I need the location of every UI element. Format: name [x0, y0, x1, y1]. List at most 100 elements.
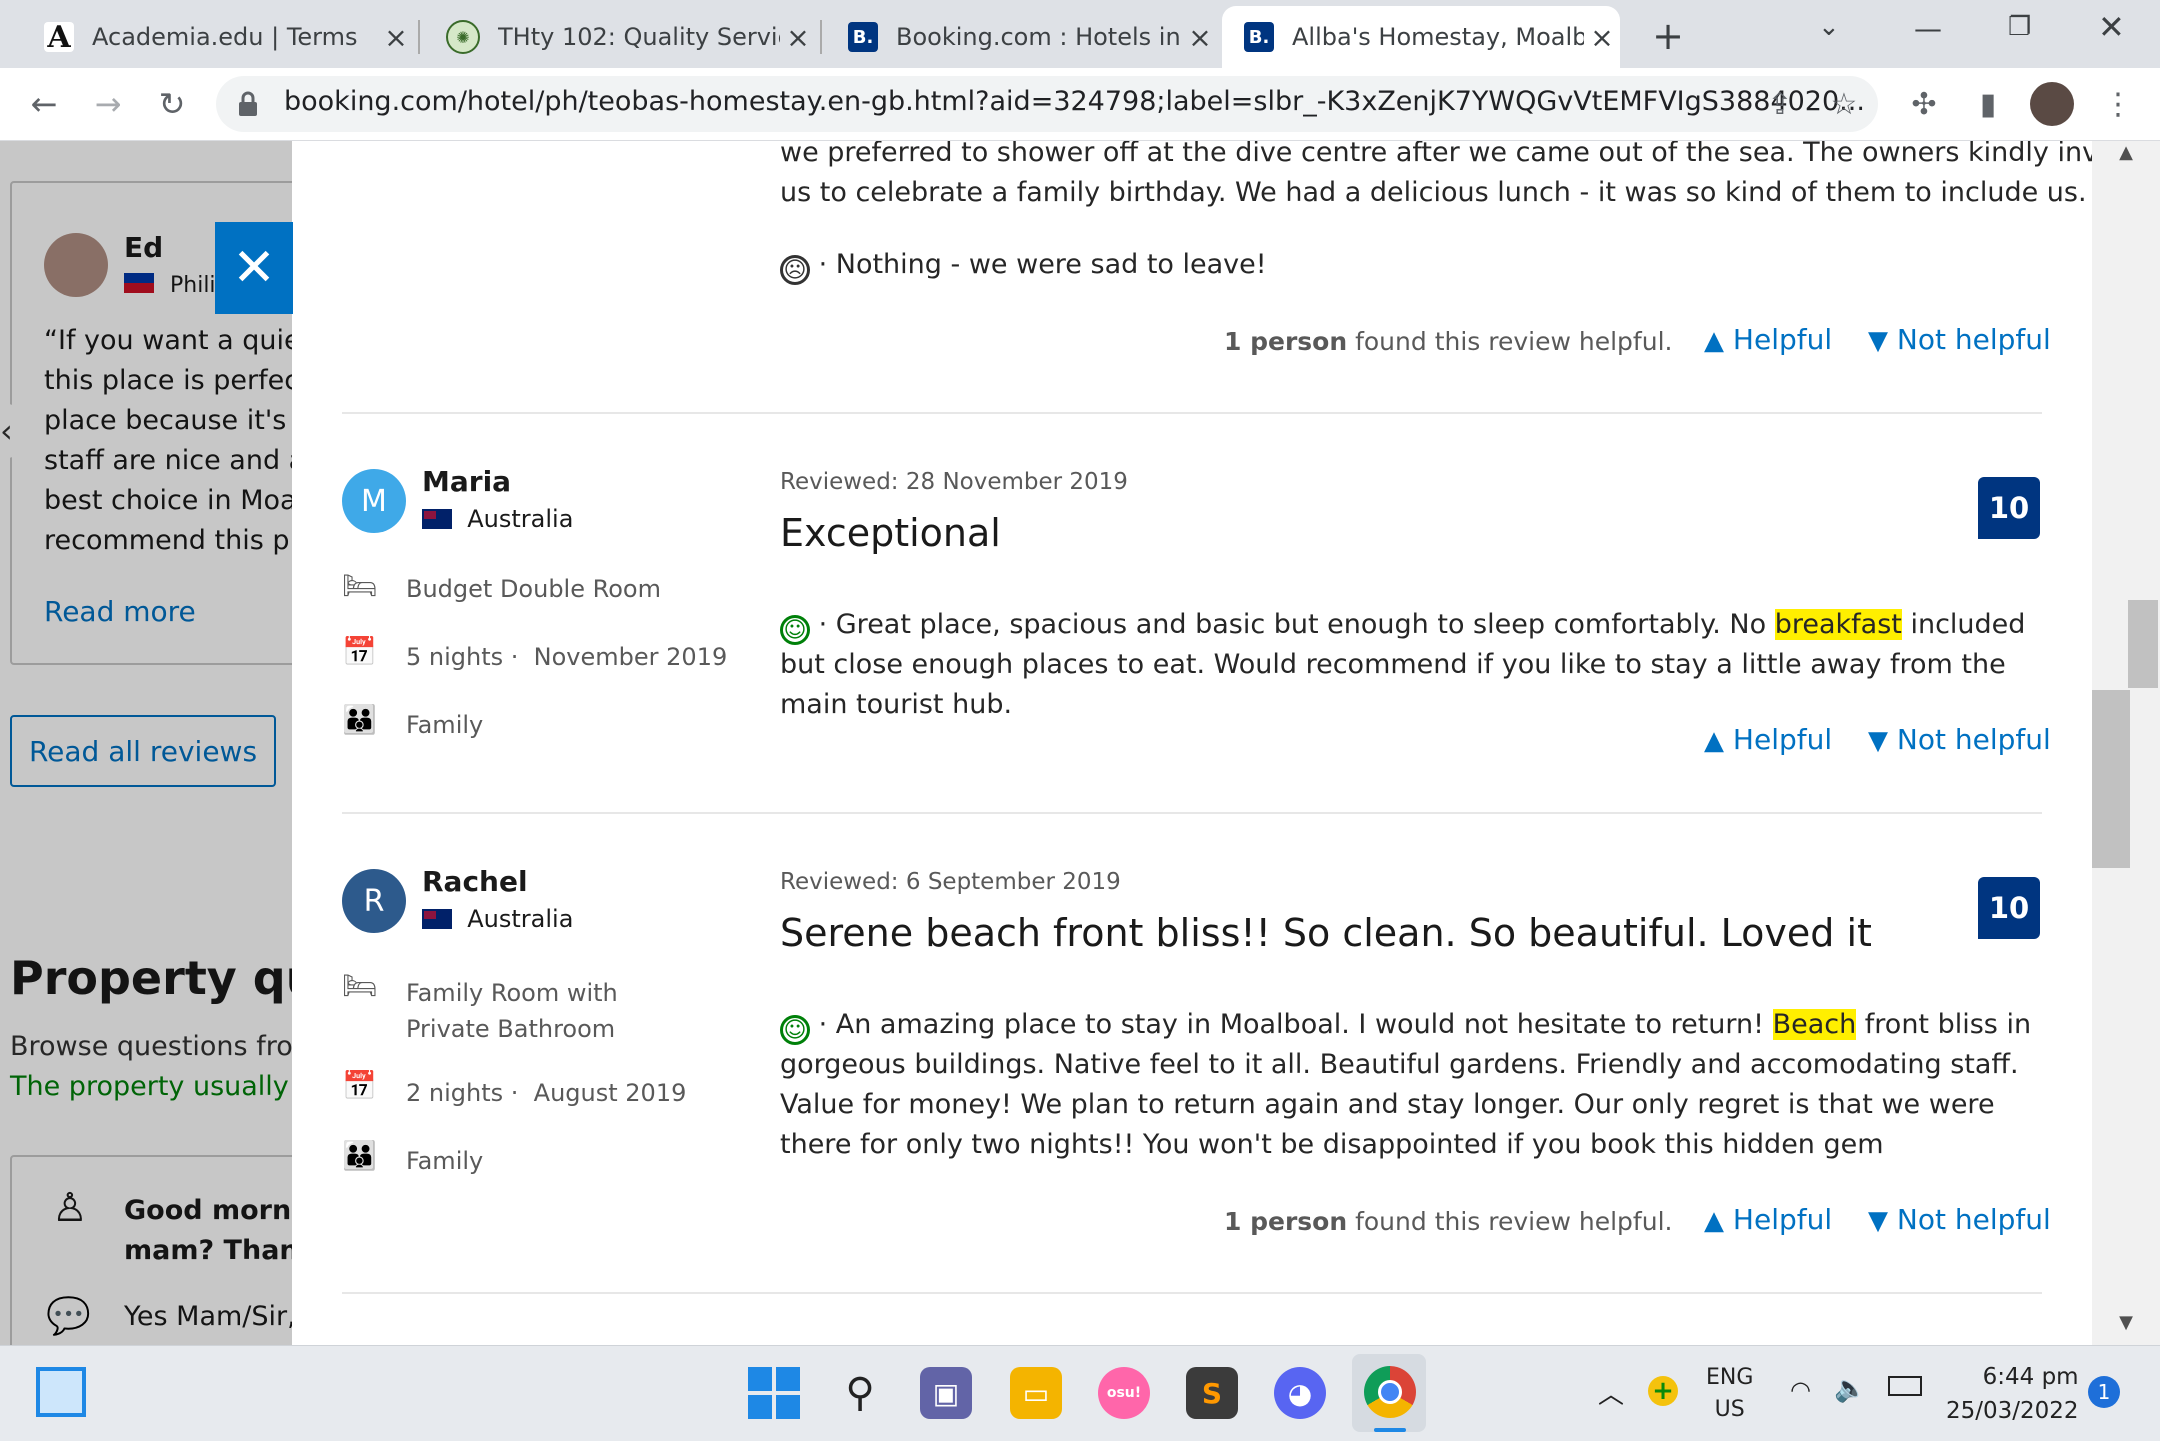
window-close-icon[interactable]: ✕ — [2098, 8, 2125, 46]
tab-booking-hotels[interactable]: B. Booking.com : Hotels in C × — [826, 6, 1218, 68]
traveller-type: Family — [406, 711, 484, 739]
nights-text: 5 nights · — [406, 643, 519, 671]
widgets-icon[interactable] — [36, 1367, 86, 1417]
score-badge: 10 — [1978, 877, 2040, 939]
room-type: Budget Double Room — [406, 575, 661, 603]
group-icon: 👪 — [342, 703, 377, 736]
review-date: Reviewed: 6 September 2019 — [780, 869, 1121, 895]
helpful-count-text: 1 person found this review helpful. — [1224, 327, 1672, 356]
avatar: R — [342, 869, 406, 933]
discord-icon[interactable]: ◕ — [1274, 1367, 1326, 1419]
country-text: Australia — [467, 505, 574, 533]
forward-arrow-icon[interactable]: → — [84, 80, 132, 128]
not-helpful-button[interactable]: ▼ Not helpful — [1868, 723, 2051, 756]
sublime-text-icon[interactable]: S — [1186, 1367, 1238, 1419]
tab-title: THty 102: Quality Service — [498, 23, 780, 51]
scrollbar-thumb-outer[interactable] — [2128, 600, 2158, 688]
side-panel-icon[interactable]: ▮ — [1968, 84, 2008, 124]
calendar-icon: 📅 — [342, 635, 377, 668]
search-highlight: breakfast — [1774, 609, 1902, 640]
tab-thty[interactable]: ✺ THty 102: Quality Service × — [424, 6, 816, 68]
teams-chat-icon[interactable]: ▣ — [920, 1367, 972, 1419]
search-icon[interactable]: ⚲ — [834, 1367, 886, 1419]
reviewer-country: Australia — [422, 505, 573, 533]
minimize-icon[interactable]: — — [1914, 12, 1942, 45]
academia-favicon-icon: A — [44, 20, 74, 55]
profile-avatar[interactable] — [2030, 82, 2074, 126]
tray-plus-icon[interactable]: + — [1648, 1376, 1678, 1406]
review-positive: ☺ · An amazing place to stay in Moalboal… — [780, 1005, 2042, 1165]
tab-search-chevron-icon[interactable]: ⌄ — [1818, 12, 1840, 42]
notification-badge[interactable]: 1 — [2088, 1376, 2120, 1408]
review-positive: ☺ · Great place, spacious and basic but … — [780, 605, 2042, 725]
modal-backdrop[interactable] — [0, 141, 292, 1345]
thumbs-up-icon: ▲ — [1704, 1206, 1724, 1236]
positive-text: · Great place, spacious and basic but en… — [818, 609, 1775, 640]
not-helpful-button[interactable]: ▼ Not helpful — [1868, 1203, 2051, 1236]
traveller-type: Family — [406, 1147, 484, 1175]
menu-kebab-icon[interactable]: ⋮ — [2098, 84, 2138, 124]
share-icon[interactable]: ⇪ — [1760, 84, 1800, 124]
helpful-button[interactable]: ▲ Helpful — [1704, 1203, 1832, 1236]
helpful-button[interactable]: ▲ Helpful — [1704, 723, 1832, 756]
helpful-button[interactable]: ▲ Helpful — [1704, 323, 1832, 356]
tab-close-icon[interactable]: × — [780, 21, 816, 54]
extensions-puzzle-icon[interactable]: ✣ — [1904, 84, 1944, 124]
back-arrow-icon[interactable]: ← — [20, 80, 68, 128]
lock-icon[interactable] — [238, 90, 258, 118]
volume-icon[interactable]: 🔈 — [1834, 1374, 1866, 1404]
language-indicator[interactable]: ENG US — [1706, 1362, 1753, 1426]
review-negative: ☹ · Nothing - we were sad to leave! — [780, 245, 1267, 285]
scroll-down-arrow-icon[interactable]: ▼ — [2092, 1312, 2160, 1342]
thumbs-down-icon: ▼ — [1868, 726, 1888, 756]
wifi-icon[interactable]: ◠ — [1790, 1376, 1811, 1404]
reviewer-name: Rachel — [422, 865, 528, 898]
restore-icon[interactable]: ❐ — [2008, 12, 2031, 42]
reviews-modal: we preferred to shower off at the dive c… — [292, 141, 2092, 1345]
thumbs-up-icon: ▲ — [1704, 726, 1724, 756]
stay-details: 5 nights · November 2019 — [406, 643, 727, 671]
review-title: Serene beach front bliss!! So clean. So … — [780, 911, 1872, 955]
start-windows-icon[interactable] — [748, 1367, 800, 1419]
close-modal-button[interactable]: ✕ — [215, 222, 293, 314]
scrollbar-thumb[interactable] — [2092, 690, 2130, 868]
scroll-up-arrow-icon[interactable]: ▲ — [2092, 142, 2160, 172]
thumbs-up-icon: ▲ — [1704, 326, 1724, 356]
search-highlight: Beach — [1772, 1009, 1857, 1040]
helpful-label: Helpful — [1732, 323, 1833, 356]
clock[interactable]: 6:44 pm 25/03/2022 — [1946, 1360, 2079, 1428]
nights-text: 2 nights · — [406, 1079, 519, 1107]
keyboard-layout: US — [1714, 1397, 1745, 1422]
australia-flag-icon — [422, 909, 452, 929]
room-type: Family Room with Private Bathroom — [406, 979, 618, 1043]
bed-icon: 🛏 — [342, 569, 378, 602]
chrome-icon-center — [1378, 1380, 1402, 1404]
reload-icon[interactable]: ↻ — [148, 80, 196, 128]
active-app-indicator — [1374, 1428, 1406, 1432]
not-helpful-button[interactable]: ▼ Not helpful — [1868, 323, 2051, 356]
review-text-line: we preferred to shower off at the dive c… — [780, 141, 2092, 168]
helpful-label: Helpful — [1732, 723, 1833, 756]
bookmark-star-icon[interactable]: ☆ — [1824, 84, 1864, 124]
helpful-count: 1 person — [1224, 327, 1348, 356]
new-tab-plus-icon[interactable]: + — [1646, 14, 1690, 58]
battery-icon[interactable] — [1888, 1376, 1922, 1396]
not-helpful-label: Not helpful — [1896, 323, 2051, 356]
tab-close-icon[interactable]: × — [378, 21, 414, 54]
url-text[interactable]: booking.com/hotel/ph/teobas-homestay.en-… — [284, 86, 1865, 117]
helpful-suffix: found this review helpful. — [1347, 327, 1673, 356]
tab-allbas-homestay[interactable]: B. Allba's Homestay, Moalbo × — [1222, 6, 1620, 68]
tab-close-icon[interactable]: × — [1182, 21, 1218, 54]
positive-text: · An amazing place to stay in Moalboal. … — [818, 1009, 1773, 1040]
review-text: we preferred to shower off at the dive c… — [780, 141, 2092, 213]
not-helpful-label: Not helpful — [1896, 723, 2051, 756]
tab-academia[interactable]: A Academia.edu | Terms × — [22, 6, 414, 68]
tab-close-icon[interactable]: × — [1584, 21, 1620, 54]
show-hidden-icons-chevron-icon[interactable]: ︿ — [1598, 1374, 1624, 1411]
helpful-label: Helpful — [1732, 1203, 1833, 1236]
stay-month: November 2019 — [533, 643, 728, 671]
file-explorer-icon[interactable]: ▭ — [1010, 1367, 1062, 1419]
not-helpful-label: Not helpful — [1896, 1203, 2051, 1236]
osu-app-icon[interactable]: osu! — [1098, 1367, 1150, 1419]
sad-face-icon: ☹ — [780, 255, 810, 285]
